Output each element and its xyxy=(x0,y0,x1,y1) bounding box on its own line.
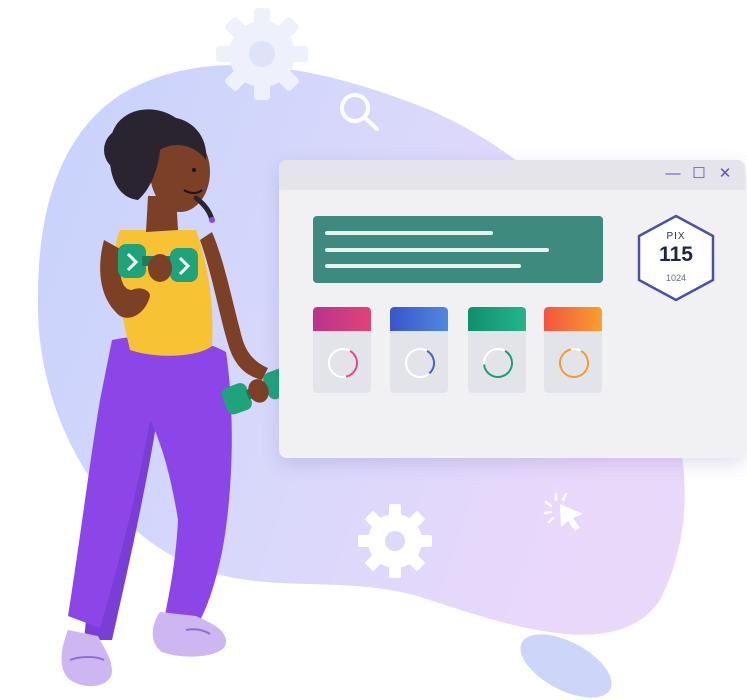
text-placeholder-line xyxy=(325,248,549,252)
progress-card[interactable] xyxy=(313,307,371,393)
maximize-icon[interactable]: ☐ xyxy=(691,166,707,182)
text-placeholder-line xyxy=(325,231,493,235)
pix-badge: PIX 115 1024 xyxy=(635,214,717,302)
badge-value: 115 xyxy=(659,243,693,266)
text-placeholder-line xyxy=(325,264,521,268)
progress-ring-icon xyxy=(483,348,513,378)
card-header xyxy=(390,307,448,331)
progress-ring-icon xyxy=(559,348,589,378)
card-header xyxy=(313,307,371,331)
progress-ring-value xyxy=(559,348,589,378)
card-header xyxy=(544,307,602,331)
progress-ring-icon xyxy=(328,348,358,378)
progress-ring-value xyxy=(328,348,358,378)
window-titlebar: — ☐ ✕ xyxy=(279,160,745,190)
card-header xyxy=(468,307,526,331)
progress-card[interactable] xyxy=(544,307,602,393)
progress-card[interactable] xyxy=(468,307,526,393)
app-window: — ☐ ✕ PIX 115 1024 xyxy=(279,160,745,458)
gear-icon xyxy=(358,504,432,578)
minimize-icon[interactable]: — xyxy=(665,166,681,182)
progress-ring-icon xyxy=(405,348,435,378)
content-banner xyxy=(313,216,603,283)
close-icon[interactable]: ✕ xyxy=(717,166,733,182)
badge-label: PIX xyxy=(666,231,686,242)
progress-ring-value xyxy=(405,348,435,378)
progress-card[interactable] xyxy=(390,307,448,393)
progress-ring-value xyxy=(483,348,513,378)
badge-total: 1024 xyxy=(665,273,687,283)
gear-icon xyxy=(216,8,308,100)
